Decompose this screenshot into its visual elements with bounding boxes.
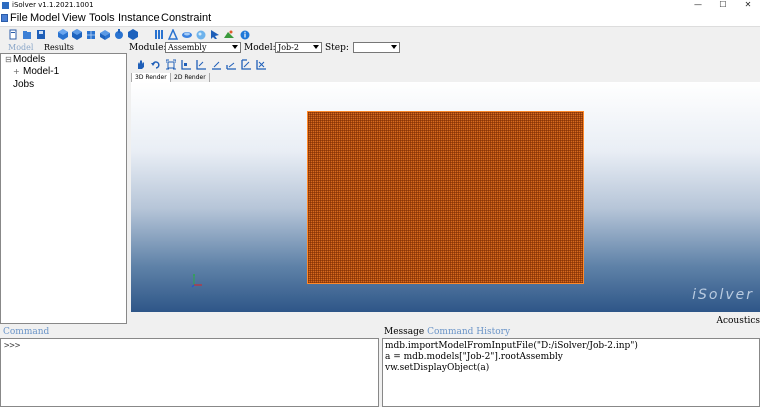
- app-icon: [2, 2, 9, 9]
- message-log[interactable]: mdb.importModelFromInputFile("D:/iSolver…: [382, 338, 760, 407]
- 3d-viewport[interactable]: iSolver: [131, 82, 760, 312]
- rotate-icon[interactable]: [151, 59, 161, 70]
- new-icon[interactable]: [8, 29, 18, 40]
- menu-file[interactable]: File: [10, 11, 28, 26]
- minimize-button[interactable]: —: [686, 0, 710, 11]
- view-iso-icon[interactable]: [256, 59, 266, 70]
- module-select-value: Assembly: [168, 43, 207, 52]
- plot-icon[interactable]: [168, 29, 178, 40]
- view-front-icon[interactable]: [181, 59, 191, 70]
- view-left-icon[interactable]: [241, 59, 251, 70]
- module-select[interactable]: Assembly: [165, 42, 241, 53]
- axis-triad-icon: [191, 274, 202, 288]
- sphere-icon[interactable]: [196, 29, 206, 40]
- model-tree: ⊟ Models + Model-1 Jobs: [0, 53, 127, 324]
- status-mode: Acoustics: [716, 316, 760, 326]
- maximize-button[interactable]: ☐: [711, 0, 735, 11]
- tree-item-models[interactable]: Models: [13, 54, 45, 66]
- command-label: Command: [3, 327, 50, 337]
- collapse-icon[interactable]: ⊟: [5, 54, 12, 66]
- tab-message[interactable]: Message: [384, 327, 424, 337]
- tab-2d-render[interactable]: 2D Render: [171, 73, 210, 82]
- model-select-value: Job-2: [278, 43, 299, 52]
- step-select[interactable]: [353, 42, 400, 53]
- arrow-icon[interactable]: [210, 29, 220, 40]
- tree-item-model-1[interactable]: Model-1: [23, 66, 59, 78]
- main-toolbar: [0, 27, 760, 42]
- command-prompt: >>>: [4, 341, 21, 351]
- command-input[interactable]: >>>: [0, 338, 379, 407]
- menu-tools[interactable]: Tools: [89, 11, 115, 26]
- message-tabs: Message Command History: [384, 327, 510, 338]
- pan-icon[interactable]: [136, 59, 146, 70]
- view-top-icon[interactable]: [211, 59, 221, 70]
- info-icon[interactable]: [240, 29, 250, 40]
- deform-icon[interactable]: [182, 29, 192, 40]
- chevron-down-icon: [391, 45, 397, 49]
- tree-item-jobs[interactable]: Jobs: [13, 79, 34, 91]
- mesh-icon[interactable]: [86, 29, 96, 40]
- chevron-down-icon: [232, 45, 238, 49]
- view-bottom-icon[interactable]: [226, 59, 236, 70]
- expand-icon[interactable]: +: [13, 66, 20, 78]
- menu-bar: File Model View Tools Instance Constrain…: [0, 11, 760, 27]
- view-back-icon[interactable]: [196, 59, 206, 70]
- menu-view[interactable]: View: [62, 11, 86, 26]
- module-label: Module:: [129, 43, 167, 53]
- menu-constraint[interactable]: Constraint: [161, 11, 211, 26]
- assembly-icon[interactable]: [72, 29, 82, 40]
- tab-command-history[interactable]: Command History: [427, 327, 510, 337]
- message-line: vw.setDisplayObject(a): [385, 363, 490, 373]
- tab-results[interactable]: Results: [44, 43, 74, 53]
- view-toolbar: [131, 59, 431, 72]
- results-icon[interactable]: [154, 29, 164, 40]
- message-line: mdb.importModelFromInputFile("D:/iSolver…: [385, 341, 638, 351]
- message-line: a = mdb.models["Job-2"].rootAssembly: [385, 352, 563, 362]
- model-label: Model:: [244, 43, 276, 53]
- tab-model[interactable]: Model: [8, 43, 33, 53]
- module-bar: Module: Assembly Model: Job-2 Step:: [129, 42, 760, 54]
- save-icon[interactable]: [36, 29, 46, 40]
- mesh-model[interactable]: [307, 111, 584, 284]
- model-select[interactable]: Job-2: [275, 42, 322, 53]
- left-panel-tabs: Model Results: [0, 43, 128, 53]
- title-bar: iSolver v1.1.2021.1001 — ☐ ✕: [0, 0, 760, 11]
- tab-3d-render[interactable]: 3D Render: [131, 73, 171, 82]
- step-label: Step:: [325, 43, 349, 53]
- job-icon[interactable]: [128, 29, 138, 40]
- load-icon[interactable]: [114, 29, 124, 40]
- chevron-down-icon: [313, 45, 319, 49]
- menu-model[interactable]: Model: [30, 11, 60, 26]
- menu-instance[interactable]: Instance: [118, 11, 160, 26]
- cloud-icon[interactable]: [224, 29, 234, 40]
- open-icon[interactable]: [22, 29, 32, 40]
- part-icon[interactable]: [58, 29, 68, 40]
- watermark: iSolver: [692, 287, 754, 303]
- close-button[interactable]: ✕: [736, 0, 760, 11]
- material-icon[interactable]: [100, 29, 110, 40]
- window-title: iSolver v1.1.2021.1001: [12, 1, 94, 9]
- app-menu-icon[interactable]: [1, 14, 8, 22]
- fit-view-icon[interactable]: [166, 59, 176, 70]
- render-tabs: 3D Render 2D Render: [131, 73, 331, 82]
